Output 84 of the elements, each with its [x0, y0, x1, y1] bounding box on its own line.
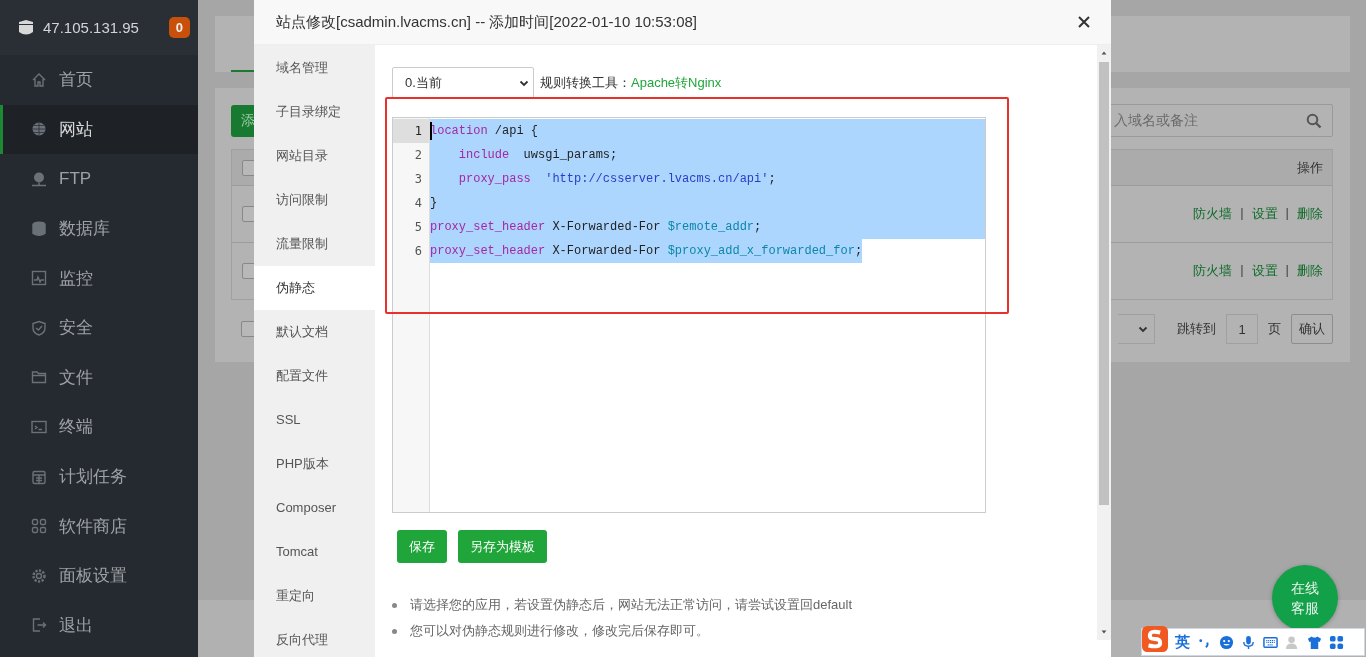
line-number: 1 [393, 119, 429, 143]
line-number: 5 [413, 219, 423, 236]
settings-tab[interactable]: 访问限制 [254, 178, 375, 222]
line-number: 3 [413, 171, 423, 188]
line-number: 6 [413, 243, 423, 260]
settings-tab[interactable]: 伪静态 [254, 266, 375, 310]
save-button[interactable]: 保存 [397, 530, 447, 563]
monitor-icon [31, 270, 47, 287]
action-link[interactable]: 删除 [1297, 205, 1323, 223]
keyboard-icon[interactable] [1263, 634, 1278, 650]
sidebar-item[interactable]: 终端 [0, 402, 198, 452]
database-icon [31, 220, 47, 237]
sidebar-item[interactable]: 数据库 [0, 203, 198, 254]
calendar-icon [31, 468, 47, 485]
sidebar-item[interactable]: 首页 [0, 55, 198, 105]
scrollbar[interactable] [1097, 45, 1111, 640]
sidebar-item[interactable]: 网站 [0, 104, 198, 155]
close-icon[interactable] [1077, 15, 1091, 29]
sidebar-item[interactable]: 文件 [0, 352, 198, 403]
settings-tab[interactable]: 域名管理 [254, 46, 375, 90]
settings-tab[interactable]: 反向代理 [254, 618, 375, 657]
page-unit: 页 [1268, 320, 1281, 338]
jump-label: 跳转到 [1177, 320, 1216, 338]
action-link[interactable]: 防火墙 [1193, 262, 1233, 280]
settings-tab[interactable]: 配置文件 [254, 354, 375, 398]
sidebar-item[interactable]: 安全 [0, 302, 198, 353]
grid-icon [31, 518, 47, 535]
action-link[interactable]: 防火墙 [1193, 205, 1233, 223]
emoji-icon[interactable] [1219, 634, 1234, 650]
sidebar-item[interactable]: 面板设置 [0, 550, 198, 601]
sidebar-item[interactable]: 退出 [0, 600, 198, 651]
chevron-down-icon [1138, 324, 1148, 334]
code-editor[interactable] [392, 117, 986, 513]
settings-tab[interactable]: 重定向 [254, 574, 375, 618]
page-input[interactable]: 1 [1226, 314, 1258, 344]
input-method-logo-icon[interactable] [1142, 626, 1168, 652]
logout-icon [31, 617, 47, 634]
network-globe-icon [31, 171, 47, 187]
home-icon [31, 71, 47, 88]
scrollbar-thumb[interactable] [1099, 62, 1109, 505]
scroll-down-icon[interactable] [1100, 628, 1108, 636]
save-button[interactable]: 另存为模板 [458, 530, 547, 563]
terminal-icon [31, 418, 47, 435]
line-number: 2 [413, 147, 423, 164]
settings-tab[interactable]: PHP版本 [254, 442, 375, 486]
action-link[interactable]: 设置 [1251, 262, 1278, 280]
settings-tab[interactable]: 流量限制 [254, 222, 375, 266]
converter-label: 规则转换工具： [540, 74, 631, 92]
notification-badge[interactable]: 0 [168, 17, 190, 38]
action-link[interactable]: 设置 [1251, 205, 1278, 223]
sidebar-item[interactable]: FTP [0, 154, 198, 204]
settings-tab[interactable]: 默认文档 [254, 310, 375, 354]
globe-icon [31, 121, 47, 138]
online-support-button[interactable]: 在线客服 [1272, 565, 1338, 631]
grid-icon[interactable] [1329, 634, 1344, 650]
settings-tab[interactable]: SSL [254, 398, 375, 442]
action-link[interactable]: 删除 [1297, 262, 1323, 280]
search-icon[interactable] [1306, 112, 1322, 129]
confirm-button[interactable]: 确认 [1291, 314, 1333, 344]
separator: | [1285, 262, 1289, 279]
sidebar-item[interactable]: 软件商店 [0, 501, 198, 551]
converter-link[interactable]: Apache转Nginx [631, 74, 722, 92]
folder-icon [31, 369, 47, 386]
shirt-icon[interactable] [1307, 634, 1322, 650]
column-header: 操作 [1297, 158, 1323, 177]
sidebar-item[interactable]: 监控 [0, 253, 198, 303]
server-address: 47.105.131.95 [43, 19, 139, 36]
settings-tab[interactable]: 网站目录 [254, 134, 375, 178]
settings-tab[interactable]: Composer [254, 486, 375, 530]
separator: | [1240, 205, 1244, 222]
separator: | [1285, 205, 1289, 222]
settings-tab[interactable]: Tomcat [254, 530, 375, 574]
microphone-icon[interactable] [1241, 634, 1256, 650]
template-select[interactable]: 0.当前 [392, 67, 534, 99]
language-toggle[interactable]: 英 [1175, 632, 1190, 652]
line-number: 4 [413, 195, 423, 212]
chevron-down-icon[interactable] [519, 78, 529, 88]
server-icon [18, 18, 34, 37]
scroll-up-icon[interactable] [1100, 49, 1108, 57]
shield-icon [31, 319, 47, 336]
gear-icon [31, 567, 47, 584]
separator: | [1240, 262, 1244, 279]
dialog-title: 站点修改[csadmin.lvacms.cn] -- 添加时间[2022-01-10 10:53:08] [276, 12, 697, 32]
sidebar-item[interactable]: 计划任务 [0, 451, 198, 502]
